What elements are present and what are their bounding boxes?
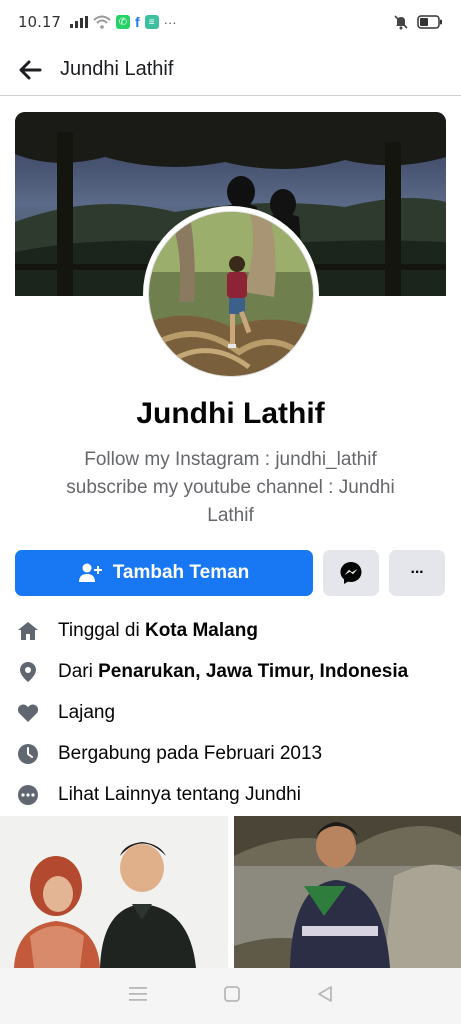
home-button-icon[interactable]	[223, 985, 240, 1007]
profile-bio: Follow my Instagram : jundhi_lathif subs…	[30, 446, 431, 530]
info-row-joined: Bergabung pada Februari 2013	[15, 733, 446, 774]
info-text: Dari	[58, 660, 99, 682]
info-text: Tinggal di	[58, 619, 145, 641]
bio-line: subscribe my youtube channel : Jundhi	[66, 477, 395, 498]
see-more-about-link[interactable]: Lihat Lainnya tentang Jundhi	[15, 774, 446, 815]
info-row-from: Dari Penarukan, Jawa Timur, Indonesia	[15, 651, 446, 692]
more-dots-icon: ···	[410, 564, 425, 581]
mute-icon	[393, 14, 409, 30]
location-pin-icon	[15, 659, 41, 685]
whatsapp-icon: ✆	[115, 15, 130, 29]
bio-line: Lathif	[207, 505, 254, 526]
wifi-icon	[93, 15, 111, 29]
photo-thumbnail[interactable]	[0, 816, 228, 968]
facebook-icon: f	[134, 14, 140, 30]
info-text: Bergabung pada Februari 2013	[58, 742, 323, 764]
bio-line: Follow my Instagram : jundhi_lathif	[84, 449, 377, 470]
arrow-left-icon	[19, 60, 42, 79]
profile-name: Jundhi Lathif	[136, 397, 325, 430]
avatar	[148, 211, 314, 377]
signal-icon	[69, 16, 88, 28]
more-options-button[interactable]: ···	[389, 550, 445, 596]
app-header: Jundhi Lathif	[0, 44, 461, 96]
info-text: Lajang	[58, 701, 116, 723]
profile-actions: Tambah Teman ···	[15, 550, 446, 596]
home-icon	[15, 618, 41, 644]
app-notification-icon: ≡	[144, 15, 159, 29]
heart-icon	[15, 700, 41, 726]
info-highlight[interactable]: Kota Malang	[145, 620, 258, 642]
more-dots-icon	[15, 782, 41, 808]
header-title: Jundhi Lathif	[60, 58, 174, 80]
add-friend-button[interactable]: Tambah Teman	[15, 550, 313, 596]
messenger-icon	[340, 562, 362, 584]
clock-icon	[15, 741, 41, 767]
info-text: Lihat Lainnya tentang Jundhi	[58, 783, 301, 805]
battery-icon	[417, 15, 443, 29]
status-time: 10.17	[18, 13, 61, 31]
profile-picture[interactable]	[143, 206, 319, 382]
add-friend-icon	[78, 563, 102, 582]
back-button[interactable]	[0, 44, 60, 96]
info-row-relationship: Lajang	[15, 692, 446, 733]
status-bar: 10.17 ✆ f ≡ ···	[0, 0, 461, 44]
photo-thumbnail[interactable]	[234, 816, 461, 968]
system-navigation-bar	[0, 968, 461, 1024]
photo-grid	[0, 816, 461, 968]
back-triangle-icon[interactable]	[317, 985, 333, 1007]
info-highlight[interactable]: Penarukan, Jawa Timur, Indonesia	[98, 661, 408, 683]
add-friend-label: Tambah Teman	[112, 562, 250, 583]
messenger-button[interactable]	[323, 550, 379, 596]
menu-icon[interactable]	[128, 986, 147, 1006]
info-row-lives-in: Tinggal di Kota Malang	[15, 610, 446, 651]
intro-list: Tinggal di Kota Malang Dari Penarukan, J…	[15, 610, 446, 815]
more-notifications-icon: ···	[163, 14, 177, 30]
